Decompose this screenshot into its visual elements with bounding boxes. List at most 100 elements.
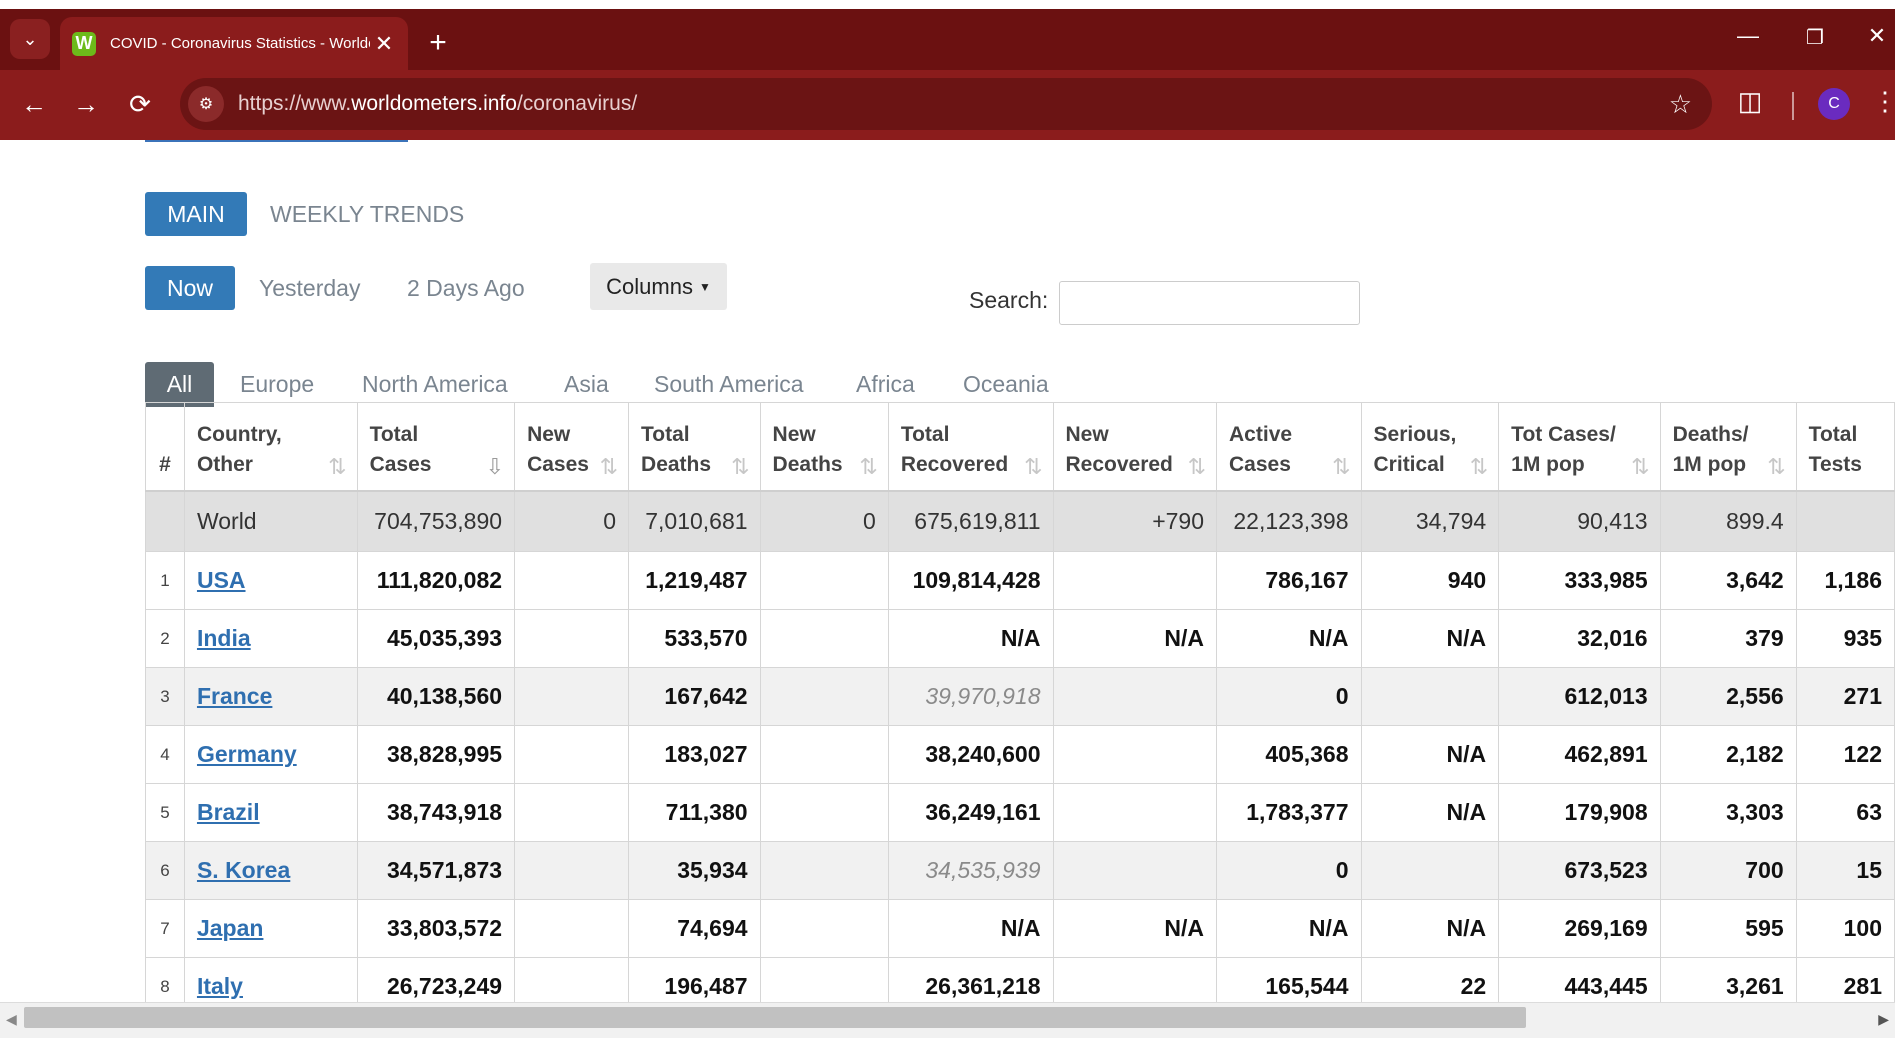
column-header[interactable]: Total Cases ⇩ — [356, 402, 516, 492]
country-link[interactable]: S. Korea — [197, 857, 290, 883]
column-header[interactable]: New Cases ⇅ — [514, 402, 630, 492]
region-tab-europe[interactable]: Europe — [240, 362, 314, 407]
sort-icon[interactable]: ⇅ — [1332, 454, 1350, 480]
table-cell — [759, 667, 889, 726]
browser-tab-active[interactable]: W COVID - Coronavirus Statistics - World… — [60, 17, 408, 70]
covid-stats-table: # Country, Other ⇅ Total Cases ⇩ New Cases ⇅ Total… — [145, 402, 1895, 1002]
column-header-line1: Total — [641, 422, 690, 446]
country-link[interactable]: Brazil — [197, 799, 260, 825]
table-cell: 533,570 — [628, 609, 761, 668]
tab-weekly-trends[interactable]: WEEKLY TRENDS — [270, 201, 464, 228]
table-cell — [1360, 841, 1500, 900]
region-tab-south-america[interactable]: South America — [654, 362, 804, 407]
cut-off-link[interactable] — [145, 140, 408, 142]
column-header[interactable]: Country, Other ⇅ — [183, 402, 358, 492]
table-cell: 935 — [1795, 609, 1895, 668]
sort-icon[interactable]: ⇅ — [600, 454, 618, 480]
extensions-puzzle-icon[interactable]: ◫ — [1730, 86, 1770, 117]
page-content: MAIN WEEKLY TRENDS Now Yesterday 2 Days … — [0, 140, 1895, 1002]
worldometer-favicon-icon: W — [72, 31, 96, 56]
region-tab-north-america[interactable]: North America — [362, 362, 508, 407]
sort-icon[interactable]: ⇅ — [328, 454, 346, 480]
table-cell: 111,820,082 — [356, 551, 516, 610]
sort-icon[interactable]: ⇅ — [731, 454, 749, 480]
sort-icon[interactable]: ⇅ — [1470, 454, 1488, 480]
country-link[interactable]: India — [197, 625, 251, 651]
table-cell: 704,753,890 — [356, 490, 516, 552]
reload-icon[interactable]: ⟳ — [120, 84, 160, 124]
table-cell: 196,487 — [628, 957, 761, 1002]
tab-title: COVID - Coronavirus Statistics - Worldom… — [110, 35, 370, 52]
column-header[interactable]: Total Recovered ⇅ — [887, 402, 1054, 492]
column-header[interactable]: Deaths/1M pop ⇅ — [1659, 402, 1797, 492]
table-cell: 700 — [1659, 841, 1797, 900]
sort-icon[interactable]: ⇅ — [1188, 454, 1206, 480]
country-link[interactable]: Italy — [197, 973, 243, 999]
column-header[interactable]: Tot Cases/1M pop ⇅ — [1498, 402, 1661, 492]
column-header-line2: Cases — [1229, 452, 1291, 476]
restore-icon[interactable]: ❐ — [1795, 25, 1835, 50]
sort-icon[interactable]: ⇅ — [859, 454, 877, 480]
country-cell: India — [183, 609, 358, 668]
search-input[interactable] — [1059, 281, 1360, 325]
horizontal-scrollbar[interactable]: ◀ ▶ — [0, 1002, 1895, 1038]
site-info-icon[interactable]: ⚙ — [188, 86, 224, 122]
new-tab-plus-icon[interactable]: + — [420, 26, 456, 60]
region-tab-africa[interactable]: Africa — [856, 362, 915, 407]
column-header[interactable]: New Deaths ⇅ — [759, 402, 889, 492]
tab-main[interactable]: MAIN — [145, 192, 247, 236]
scroll-left-arrow-icon[interactable]: ◀ — [6, 1011, 17, 1028]
column-header[interactable]: New Recovered ⇅ — [1052, 402, 1218, 492]
forward-arrow-icon[interactable]: → — [66, 84, 106, 124]
region-tab-all[interactable]: All — [145, 362, 214, 407]
close-tab-icon[interactable]: ✕ — [372, 31, 396, 57]
region-tab-asia[interactable]: Asia — [564, 362, 609, 407]
address-bar[interactable]: ⚙ https://www.worldometers.info/coronavi… — [180, 78, 1712, 130]
column-header-line1: New — [1065, 422, 1109, 446]
table-cell: 32,016 — [1498, 609, 1661, 668]
table-cell: 0 — [514, 490, 630, 552]
table-cell: 3,303 — [1659, 783, 1797, 842]
columns-dropdown-button[interactable]: Columns ▼ — [590, 263, 727, 310]
close-window-icon[interactable]: ✕ — [1862, 23, 1892, 49]
browser-menu-icon[interactable]: ⋮ — [1872, 86, 1895, 117]
column-header[interactable]: Serious, Critical ⇅ — [1360, 402, 1500, 492]
chevron-down-icon: ⌄ — [22, 28, 38, 49]
table-cell: 462,891 — [1498, 725, 1661, 784]
tab-2-days-ago[interactable]: 2 Days Ago — [407, 275, 525, 302]
sort-icon[interactable]: ⇅ — [1024, 454, 1042, 480]
tab-now[interactable]: Now — [145, 266, 235, 310]
table-header-row: # Country, Other ⇅ Total Cases ⇩ New Cases ⇅ Total… — [145, 402, 1895, 492]
column-header[interactable]: Total Tests — [1795, 402, 1895, 492]
country-link[interactable]: France — [197, 683, 272, 709]
table-cell: 2,182 — [1659, 725, 1797, 784]
country-cell: Japan — [183, 899, 358, 958]
browser-toolbar: ← → ⟳ ⚙ https://www.worldometers.info/co… — [0, 70, 1895, 140]
table-cell — [759, 957, 889, 1002]
table-cell — [1052, 783, 1218, 842]
tab-search-button[interactable]: ⌄ — [10, 19, 50, 59]
scrollbar-thumb[interactable] — [24, 1007, 1526, 1028]
minimize-icon[interactable]: — — [1728, 23, 1768, 49]
table-cell: 711,380 — [628, 783, 761, 842]
sort-icon[interactable]: ⇅ — [1631, 454, 1649, 480]
tab-yesterday[interactable]: Yesterday — [259, 275, 360, 302]
scroll-right-arrow-icon[interactable]: ▶ — [1878, 1011, 1889, 1028]
sort-icon[interactable]: ⇅ — [1767, 454, 1785, 480]
url-domain: worldometers.info — [351, 92, 517, 115]
bookmark-star-icon[interactable]: ☆ — [1669, 89, 1692, 120]
region-tab-oceania[interactable]: Oceania — [963, 362, 1049, 407]
column-header[interactable]: Active Cases ⇅ — [1216, 402, 1362, 492]
country-link[interactable]: USA — [197, 567, 246, 593]
column-header[interactable]: # — [145, 402, 185, 492]
back-arrow-icon[interactable]: ← — [14, 84, 54, 124]
column-header[interactable]: Total Deaths ⇅ — [628, 402, 761, 492]
sort-desc-icon[interactable]: ⇩ — [486, 454, 504, 480]
table-cell — [1052, 725, 1218, 784]
table-cell — [514, 725, 630, 784]
country-link[interactable]: Japan — [197, 915, 263, 941]
rank-cell: 1 — [145, 551, 185, 610]
country-link[interactable]: Germany — [197, 741, 297, 767]
table-cell: 673,523 — [1498, 841, 1661, 900]
profile-avatar[interactable]: C — [1818, 88, 1850, 120]
